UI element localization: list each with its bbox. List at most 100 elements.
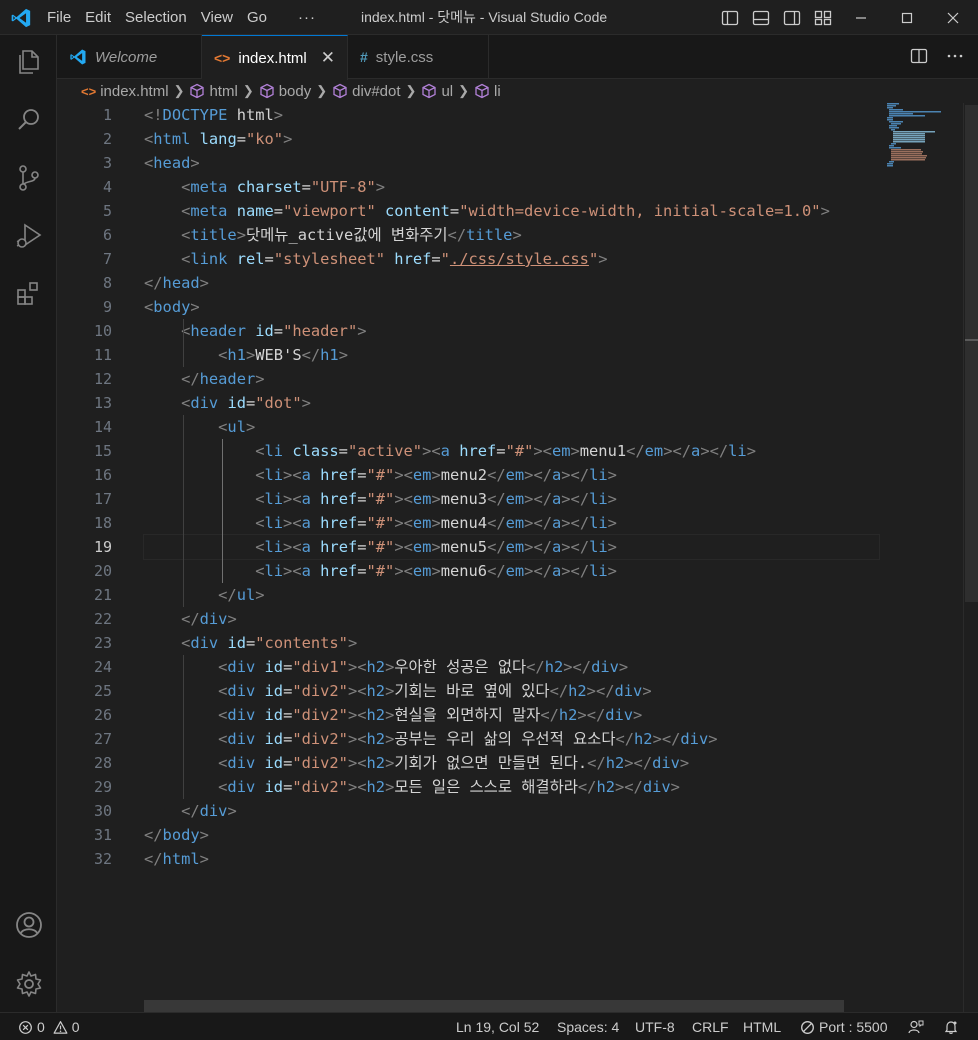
code-line[interactable]: </div> xyxy=(144,607,879,631)
code-line[interactable]: <div id="contents"> xyxy=(144,631,879,655)
close-icon[interactable]: ✕ xyxy=(321,48,335,68)
breadcrumb-item[interactable]: ul xyxy=(421,83,453,100)
problems-indicator[interactable]: 0 0 xyxy=(18,1013,80,1040)
code-editor[interactable]: 1 2 3 4 5 6 7 8 9 10 11 12 13 14 15 16 17 18 19 20 21 22 23 24 2… xyxy=(57,103,978,1012)
code-line[interactable]: <meta name="viewport" content="width=dev… xyxy=(144,199,879,223)
code-line[interactable]: <meta charset="UTF-8"> xyxy=(144,175,879,199)
code-line[interactable]: <!DOCTYPE html> xyxy=(144,103,879,127)
toggle-primary-sidebar-icon[interactable] xyxy=(720,8,740,28)
breadcrumb-label: body xyxy=(278,82,312,100)
gear-icon[interactable] xyxy=(14,969,44,999)
language-mode[interactable]: HTML xyxy=(743,1013,781,1040)
tab-style-css[interactable]: # style.css xyxy=(348,35,489,79)
breadcrumb-item[interactable]: body xyxy=(259,82,312,100)
code-token: em xyxy=(505,490,525,508)
toggle-secondary-sidebar-icon[interactable] xyxy=(782,8,802,28)
menu-file[interactable]: File xyxy=(40,0,78,35)
code-token: link xyxy=(190,250,228,268)
code-token: = xyxy=(357,538,367,556)
cursor-position[interactable]: Ln 19, Col 52 xyxy=(456,1013,539,1040)
horizontal-scrollbar[interactable] xyxy=(144,1000,844,1012)
menu-go[interactable]: Go xyxy=(240,0,274,35)
code-line[interactable]: <h1>WEB'S</h1> xyxy=(144,343,879,367)
notifications-button[interactable] xyxy=(943,1013,959,1040)
feedback-button[interactable] xyxy=(908,1013,924,1040)
more-actions-icon[interactable] xyxy=(946,47,964,65)
code-line[interactable]: <ul> xyxy=(144,415,879,439)
code-token: = xyxy=(496,442,506,460)
code-token: h2 xyxy=(568,682,587,700)
code-line[interactable]: <li><a href="#"><em>menu2</em></a></li> xyxy=(144,463,879,487)
breadcrumb-item[interactable]: div#dot xyxy=(332,83,401,100)
source-control-icon[interactable] xyxy=(14,163,44,193)
menu-selection[interactable]: Selection xyxy=(118,0,194,35)
code-line[interactable]: <div id="div1"><h2>우아한 성공은 없다</h2></div> xyxy=(144,655,879,679)
chevron-right-icon: ❯ xyxy=(405,83,417,98)
code-line[interactable]: <div id="div2"><h2>모든 일은 스스로 해결하라</h2></… xyxy=(144,775,879,799)
close-window-button[interactable] xyxy=(930,0,976,35)
live-server-port[interactable]: Port : 5500 xyxy=(800,1013,888,1040)
code-line[interactable]: <body> xyxy=(144,295,879,319)
breadcrumb-item[interactable]: li xyxy=(474,83,501,100)
scrollbar-thumb[interactable] xyxy=(965,105,978,602)
minimap[interactable] xyxy=(883,103,963,1012)
code-line[interactable]: <div id="div2"><h2>현실을 외면하지 말자</h2></div… xyxy=(144,703,879,727)
maximize-button[interactable] xyxy=(884,0,930,35)
customize-layout-icon[interactable] xyxy=(813,8,833,28)
code-line[interactable]: </html> xyxy=(144,847,879,871)
code-line[interactable]: </head> xyxy=(144,271,879,295)
code-line[interactable]: </header> xyxy=(144,367,879,391)
code-token: em xyxy=(505,466,525,484)
code-line[interactable]: </body> xyxy=(144,823,879,847)
search-icon[interactable] xyxy=(14,105,44,135)
code-line[interactable]: <li><a href="#"><em>menu4</em></a></li> xyxy=(144,511,879,535)
toggle-panel-icon[interactable] xyxy=(751,8,771,28)
tab-index-html[interactable]: <> index.html ✕ xyxy=(202,35,348,80)
breadcrumb-item[interactable]: html xyxy=(189,83,238,100)
code-token: < xyxy=(403,514,413,532)
line-ending-setting[interactable]: CRLF xyxy=(692,1013,729,1040)
line-number: 32 xyxy=(93,850,112,868)
code-line[interactable]: <li><a href="#"><em>menu6</em></a></li> xyxy=(144,559,879,583)
code-line[interactable]: <div id="div2"><h2>기회가 없으면 만들면 된다.</h2><… xyxy=(144,751,879,775)
code-line[interactable]: <head> xyxy=(144,151,879,175)
code-token: a xyxy=(301,466,311,484)
code-line[interactable]: <title>닷메뉴_active값에 변화주기</title> xyxy=(144,223,879,247)
code-line[interactable]: <li class="active"><a href="#"><em>menu1… xyxy=(144,439,879,463)
code-token: > xyxy=(394,490,404,508)
code-token: "#" xyxy=(366,538,395,556)
code-line[interactable]: </ul> xyxy=(144,583,879,607)
code-token: 기회는 바로 옆에 있다 xyxy=(394,682,550,700)
code-line[interactable]: <div id="dot"> xyxy=(144,391,879,415)
code-line[interactable]: <li><a href="#"><em>menu5</em></a></li> xyxy=(143,534,880,560)
code-line[interactable]: <div id="div2"><h2>공부는 우리 삶의 우선적 요소다</h2… xyxy=(144,727,879,751)
split-editor-icon[interactable] xyxy=(910,47,928,65)
code-line[interactable]: <div id="div2"><h2>기회는 바로 옆에 있다</h2></di… xyxy=(144,679,879,703)
code-token: id xyxy=(264,730,284,748)
tab-welcome[interactable]: Welcome xyxy=(57,35,202,79)
code-area[interactable]: <!DOCTYPE html> <html lang="ko"> <head> <m… xyxy=(143,103,880,871)
indentation-setting[interactable]: Spaces: 4 xyxy=(557,1013,619,1040)
vertical-scrollbar[interactable] xyxy=(963,103,978,1012)
code-token: head xyxy=(162,274,200,292)
menu-more-button[interactable]: ··· xyxy=(274,0,323,35)
encoding-setting[interactable]: UTF-8 xyxy=(635,1013,675,1040)
code-token: = xyxy=(357,490,367,508)
code-line[interactable]: </div> xyxy=(144,799,879,823)
code-token: </ xyxy=(570,562,590,580)
code-token: > xyxy=(563,658,573,676)
menu-edit[interactable]: Edit xyxy=(78,0,118,35)
accounts-icon[interactable] xyxy=(14,910,44,940)
breadcrumb-item[interactable]: <> index.html xyxy=(81,83,169,100)
code-token: < xyxy=(357,658,367,676)
code-line[interactable]: <header id="header"> xyxy=(144,319,879,343)
code-line[interactable]: <li><a href="#"><em>menu3</em></a></li> xyxy=(144,487,879,511)
explorer-icon[interactable] xyxy=(14,47,44,77)
menu-view[interactable]: View xyxy=(194,0,240,35)
code-line[interactable]: <html lang="ko"> xyxy=(144,127,879,151)
minimize-button[interactable] xyxy=(838,0,884,35)
code-line[interactable]: <link rel="stylesheet" href="./css/style… xyxy=(144,247,879,271)
run-debug-icon[interactable] xyxy=(14,221,44,251)
extensions-icon[interactable] xyxy=(14,279,44,309)
